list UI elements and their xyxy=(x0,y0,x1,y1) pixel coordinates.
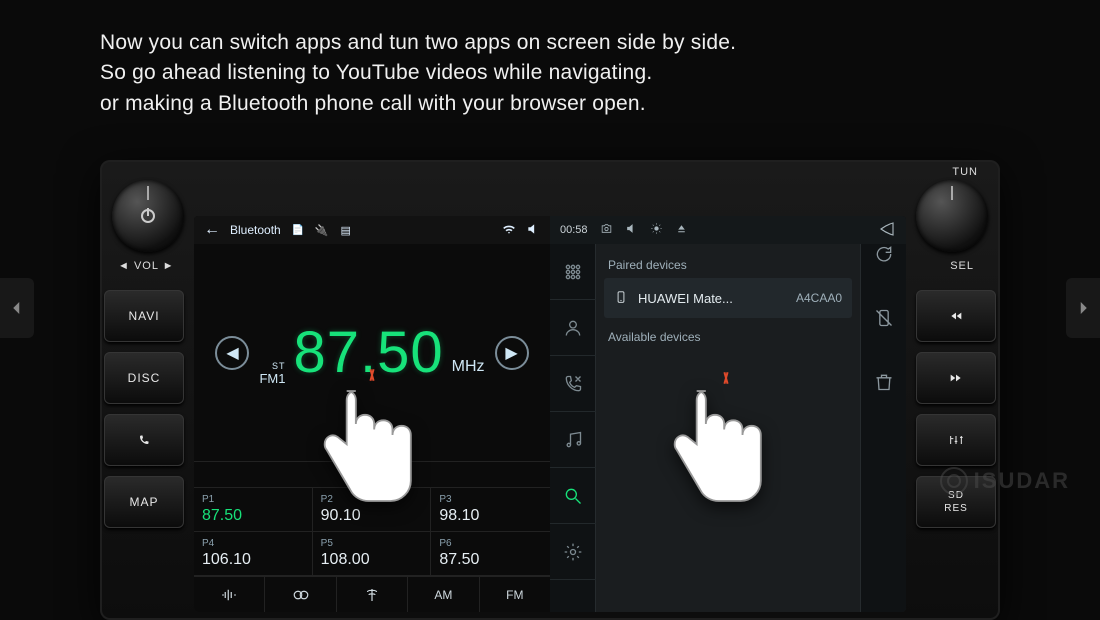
power-volume-knob[interactable] xyxy=(112,180,184,252)
chevron-right-icon xyxy=(1074,299,1092,317)
bezel-btn-prev[interactable] xyxy=(916,290,996,342)
brand-watermark: ISUDAR xyxy=(940,467,1070,495)
carousel-prev-button[interactable] xyxy=(0,278,34,338)
marketing-line: So go ahead listening to YouTube videos … xyxy=(100,58,736,88)
vol-label: ◄ VOL ► xyxy=(118,260,175,272)
section-available: Available devices xyxy=(604,324,852,350)
seek-up-button[interactable]: ▶ xyxy=(495,336,529,370)
touchscreen: ← Bluetooth ◀ ST FM1 xyxy=(194,216,906,612)
carousel-next-button[interactable] xyxy=(1066,278,1100,338)
device-mac: A4CAA0 xyxy=(796,291,842,305)
preset-cell[interactable]: P3 98.10 xyxy=(431,488,550,532)
back-icon[interactable]: ← xyxy=(204,221,220,239)
loc-button[interactable] xyxy=(265,577,336,612)
left-app-title: Bluetooth xyxy=(230,223,281,237)
seek-down-button[interactable]: ◀ xyxy=(215,336,249,370)
mid-pty[interactable]: PTY xyxy=(382,469,403,481)
left-status-bar: ← Bluetooth xyxy=(194,216,550,244)
tap-indicator-icon xyxy=(362,375,382,395)
mid-ta[interactable]: TA xyxy=(341,469,354,481)
tuner-display: ◀ ST FM1 87.50 MHz ▶ xyxy=(194,244,550,461)
rail-dialpad[interactable] xyxy=(550,244,596,300)
equalizer-icon xyxy=(948,434,964,446)
am-button[interactable]: AM xyxy=(408,577,479,612)
rail-contacts[interactable] xyxy=(550,300,596,356)
bt-pane: Paired devices HUAWEI Mate... A4CAA0 Ava… xyxy=(596,216,860,612)
preset-cell[interactable]: P5 108.00 xyxy=(313,532,432,576)
doc-icon xyxy=(291,223,305,237)
scan-icon xyxy=(220,586,238,604)
preset-cell[interactable]: P4 106.10 xyxy=(194,532,313,576)
antenna-icon xyxy=(363,586,381,604)
bezel-btn-disc[interactable]: DISC xyxy=(104,352,184,404)
android-back-icon[interactable] xyxy=(878,220,896,241)
rail-settings[interactable] xyxy=(550,524,596,580)
bezel-btn-navi[interactable]: NAVI xyxy=(104,290,184,342)
bt-right-rail xyxy=(860,216,906,612)
rail-music[interactable] xyxy=(550,412,596,468)
rail-recent[interactable] xyxy=(550,356,596,412)
usb-icon xyxy=(315,223,329,237)
status-time: 00:58 xyxy=(560,224,588,236)
marketing-copy: Now you can switch apps and tun two apps… xyxy=(100,28,736,119)
sdcard-icon xyxy=(339,223,353,237)
smartphone-icon xyxy=(614,290,628,307)
radio-bottom-bar: AM FM xyxy=(194,576,550,612)
radio-midbar: TA PTY xyxy=(194,461,550,487)
antenna-button[interactable] xyxy=(337,577,408,612)
right-app-bluetooth: 00:58 Paired devices xyxy=(550,216,906,612)
head-unit: ◄ VOL ► TUN SEL NAVI DISC MAP SD RES ← xyxy=(100,160,1000,620)
scan-button[interactable] xyxy=(194,577,265,612)
marketing-line: or making a Bluetooth phone call with yo… xyxy=(100,89,736,119)
bezel-btn-next[interactable] xyxy=(916,352,996,404)
band-indicator: ST FM1 xyxy=(259,362,285,386)
marketing-line: Now you can switch apps and tun two apps… xyxy=(100,28,736,58)
sel-label: SEL xyxy=(950,260,974,272)
rail-search[interactable] xyxy=(550,468,596,524)
wifi-icon xyxy=(502,222,516,239)
link-icon xyxy=(292,586,310,604)
preset-cell[interactable]: P2 90.10 xyxy=(313,488,432,532)
bt-left-rail xyxy=(550,216,596,612)
bezel-btn-eq[interactable] xyxy=(916,414,996,466)
prev-track-icon xyxy=(948,310,964,322)
chevron-left-icon xyxy=(8,299,26,317)
fm-button[interactable]: FM xyxy=(480,577,550,612)
tune-knob[interactable] xyxy=(916,180,988,252)
device-name: HUAWEI Mate... xyxy=(638,291,733,306)
section-paired: Paired devices xyxy=(604,252,852,278)
brand-logo-icon xyxy=(940,467,968,495)
bezel-btn-map[interactable]: MAP xyxy=(104,476,184,528)
bezel-left-buttons: NAVI DISC MAP xyxy=(104,290,184,528)
disconnect-button[interactable] xyxy=(874,308,894,372)
preset-grid: P1 87.50 P2 90.10 P3 98.10 P4 106.10 P5 xyxy=(194,487,550,576)
bezel-btn-phone[interactable] xyxy=(104,414,184,466)
preset-cell[interactable]: P6 87.50 xyxy=(431,532,550,576)
refresh-button[interactable] xyxy=(874,244,894,308)
frequency-unit: MHz xyxy=(452,358,485,386)
paired-device-row[interactable]: HUAWEI Mate... A4CAA0 xyxy=(604,278,852,318)
volume-icon xyxy=(526,222,540,239)
tap-indicator-icon xyxy=(716,378,736,398)
left-app-radio: ← Bluetooth ◀ ST FM1 xyxy=(194,216,550,612)
next-track-icon xyxy=(948,372,964,384)
phone-icon xyxy=(136,434,152,446)
delete-button[interactable] xyxy=(874,372,894,436)
tun-label: TUN xyxy=(952,166,978,178)
preset-cell[interactable]: P1 87.50 xyxy=(194,488,313,532)
